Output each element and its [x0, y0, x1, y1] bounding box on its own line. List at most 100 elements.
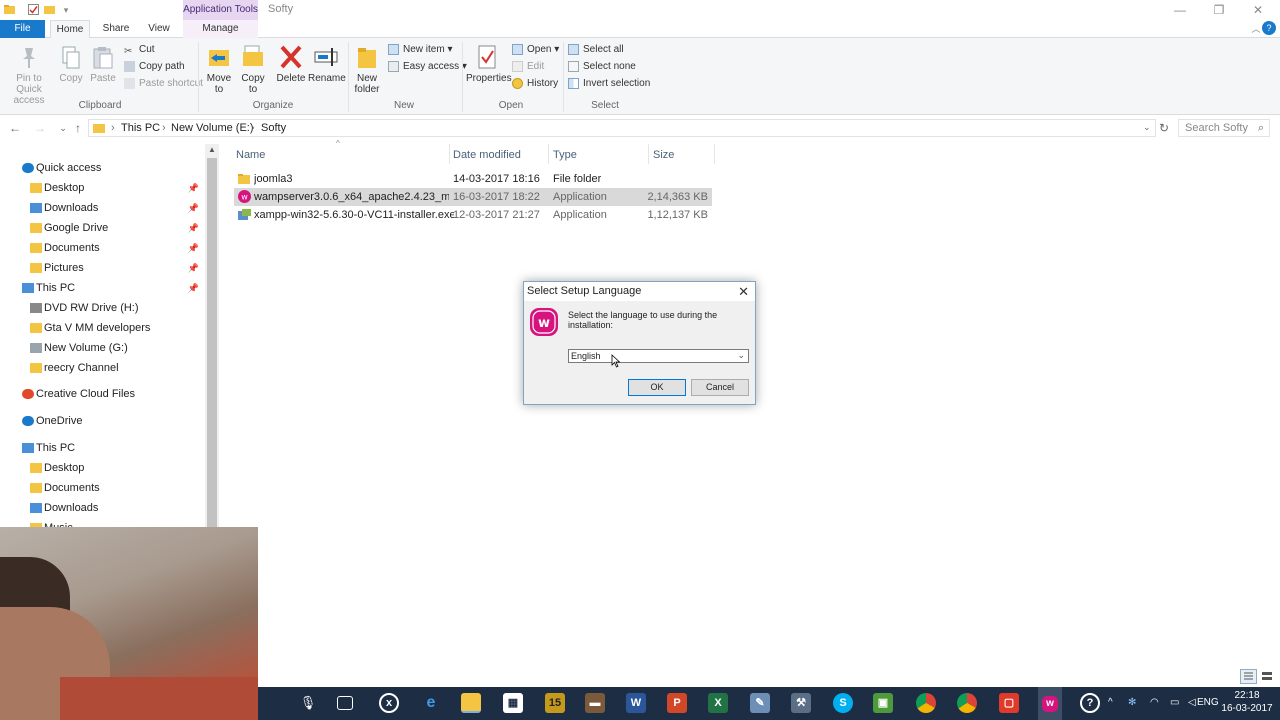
excel-icon[interactable]: X	[708, 693, 728, 713]
column-divider[interactable]	[548, 144, 549, 164]
back-arrow-icon[interactable]: ←	[8, 122, 22, 134]
select-none-button[interactable]: Select none	[568, 59, 636, 75]
tab-view[interactable]: View	[142, 20, 176, 38]
nav-item-downloads[interactable]: Downloads 📌	[0, 198, 205, 218]
new-folder-quick-icon[interactable]	[44, 4, 55, 15]
tab-manage[interactable]: Manage	[183, 20, 258, 38]
nav-item-dvd-rw-drive-h[interactable]: DVD RW Drive (H:)	[0, 298, 205, 318]
nav-item-this-pc[interactable]: This PC 📌	[0, 278, 205, 298]
help-taskbar-icon[interactable]: ?	[1080, 693, 1100, 713]
tab-file[interactable]: File	[0, 20, 45, 38]
history-button[interactable]: History	[512, 76, 558, 92]
nav-item-desktop[interactable]: Desktop	[0, 458, 205, 478]
nav-item-new-volume-g[interactable]: New Volume (G:)	[0, 338, 205, 358]
close-icon[interactable]: ✕	[1250, 2, 1266, 18]
copy-to-button[interactable]: Copy to	[238, 44, 268, 95]
maximize-icon[interactable]: ❐	[1211, 2, 1227, 18]
column-name[interactable]: Name	[236, 149, 265, 161]
dialog-close-icon[interactable]: ✕	[738, 282, 749, 301]
nav-item-google-drive[interactable]: Google Drive 📌	[0, 218, 205, 238]
breadcrumb-new-volume[interactable]: New Volume (E:)	[171, 122, 254, 134]
column-divider[interactable]	[714, 144, 715, 164]
tab-share[interactable]: Share	[98, 20, 134, 38]
nav-item-creative-cloud-files[interactable]: Creative Cloud Files	[0, 384, 205, 404]
wampserver-taskbar-button[interactable]: w	[1038, 687, 1062, 720]
details-view-toggle[interactable]	[1240, 669, 1257, 684]
xbox-icon[interactable]: x	[379, 693, 399, 713]
wifi-icon[interactable]: ◠	[1150, 697, 1159, 708]
edit-button[interactable]: Edit	[512, 59, 544, 75]
nav-item-reecry-channel[interactable]: reecry Channel	[0, 358, 205, 378]
nav-item-documents[interactable]: Documents 📌	[0, 238, 205, 258]
nav-pane-scrollbar[interactable]: ▲	[205, 144, 219, 527]
file-row-xampp[interactable]: xampp-win32-5.6.30-0-VC11-installer.exe …	[234, 206, 712, 224]
paste-button[interactable]: Paste	[88, 46, 118, 84]
skype-icon[interactable]: S	[833, 693, 853, 713]
nav-item-this-pc[interactable]: This PC	[0, 438, 205, 458]
cancel-button[interactable]: Cancel	[691, 379, 749, 396]
word-icon[interactable]: W	[626, 693, 646, 713]
nav-item-quick-access[interactable]: Quick access	[0, 158, 205, 178]
language-indicator[interactable]: ENG	[1197, 697, 1219, 708]
search-icon[interactable]: ⌕	[1254, 122, 1268, 134]
volume-icon[interactable]: ◁	[1188, 697, 1196, 708]
quick-access-dropdown-icon[interactable]: ▾	[58, 2, 74, 18]
nav-item-gta-v-mm-developers[interactable]: Gta V MM developers	[0, 318, 205, 338]
column-divider[interactable]	[449, 144, 450, 164]
ok-button[interactable]: OK	[628, 379, 686, 396]
refresh-icon[interactable]: ↻	[1157, 122, 1171, 134]
tab-home[interactable]: Home	[50, 20, 90, 39]
recent-locations-icon[interactable]: ⌄	[56, 122, 70, 134]
invert-selection-button[interactable]: Invert selection	[568, 76, 650, 92]
edge-icon[interactable]: e	[421, 693, 441, 713]
forward-arrow-icon[interactable]: →	[33, 122, 47, 134]
nav-item-pictures[interactable]: Pictures 📌	[0, 258, 205, 278]
address-bar[interactable]: › This PC › New Volume (E:) › Softy ⌄	[88, 119, 1156, 137]
pin-to-quick-access-button[interactable]: Pin to Quick access	[4, 46, 54, 106]
nav-item-documents[interactable]: Documents	[0, 478, 205, 498]
tools-app-icon[interactable]: ⚒	[791, 693, 811, 713]
nav-item-music[interactable]: Music	[0, 518, 205, 527]
scrollbar-thumb[interactable]	[207, 158, 217, 527]
red-app-icon[interactable]: ▢	[999, 693, 1019, 713]
column-type[interactable]: Type	[553, 149, 577, 161]
chrome-icon-2[interactable]	[957, 693, 977, 713]
breadcrumb-this-pc[interactable]: This PC	[121, 122, 160, 134]
properties-button[interactable]: Properties	[466, 44, 512, 84]
paste-shortcut-button[interactable]: Paste shortcut	[124, 76, 203, 92]
copy-path-button[interactable]: Copy path	[124, 59, 185, 75]
green-app-icon[interactable]: ▣	[873, 693, 893, 713]
large-icons-view-toggle[interactable]	[1259, 669, 1276, 684]
file-row-wampserver[interactable]: w wampserver3.0.6_x64_apache2.4.23_mysq.…	[234, 188, 712, 206]
new-folder-button[interactable]: New folder	[352, 44, 382, 95]
help-icon[interactable]: ?	[1262, 21, 1276, 35]
powerpoint-icon[interactable]: P	[667, 693, 687, 713]
rename-button[interactable]: Rename	[308, 44, 346, 84]
open-button[interactable]: Open ▾	[512, 42, 559, 58]
properties-quick-icon[interactable]	[28, 4, 39, 15]
address-dropdown-icon[interactable]: ⌄	[1143, 122, 1151, 133]
nav-item-desktop[interactable]: Desktop 📌	[0, 178, 205, 198]
file-row-joomla3[interactable]: joomla3 14-03-2017 18:16 File folder	[234, 170, 712, 188]
store-icon[interactable]: ▦	[503, 693, 523, 713]
nav-item-onedrive[interactable]: OneDrive	[0, 411, 205, 431]
file-explorer-icon[interactable]	[461, 693, 481, 713]
tray-overflow-icon[interactable]: ^	[1108, 697, 1113, 708]
copy-button[interactable]: Copy	[58, 46, 84, 84]
task-view-icon[interactable]	[337, 696, 353, 710]
column-date-modified[interactable]: Date modified	[453, 149, 521, 161]
microphone-icon[interactable]: 🎙	[298, 693, 318, 713]
new-item-button[interactable]: New item ▾	[388, 42, 453, 58]
move-to-button[interactable]: Move to	[204, 44, 234, 95]
easy-access-button[interactable]: Easy access ▾	[388, 59, 467, 75]
chrome-icon[interactable]	[916, 693, 936, 713]
delete-button[interactable]: Delete	[276, 44, 306, 84]
up-arrow-icon[interactable]: ↑	[71, 122, 85, 134]
calendar-app-icon[interactable]: 15	[545, 693, 565, 713]
clock[interactable]: 22:18 16-03-2017	[1220, 689, 1274, 715]
nav-item-downloads[interactable]: Downloads	[0, 498, 205, 518]
bluetooth-icon[interactable]: ✻	[1128, 697, 1136, 708]
language-select[interactable]: English ⌄	[568, 349, 749, 363]
archive-app-icon[interactable]: ▬	[585, 693, 605, 713]
battery-icon[interactable]: ▭	[1170, 697, 1179, 708]
